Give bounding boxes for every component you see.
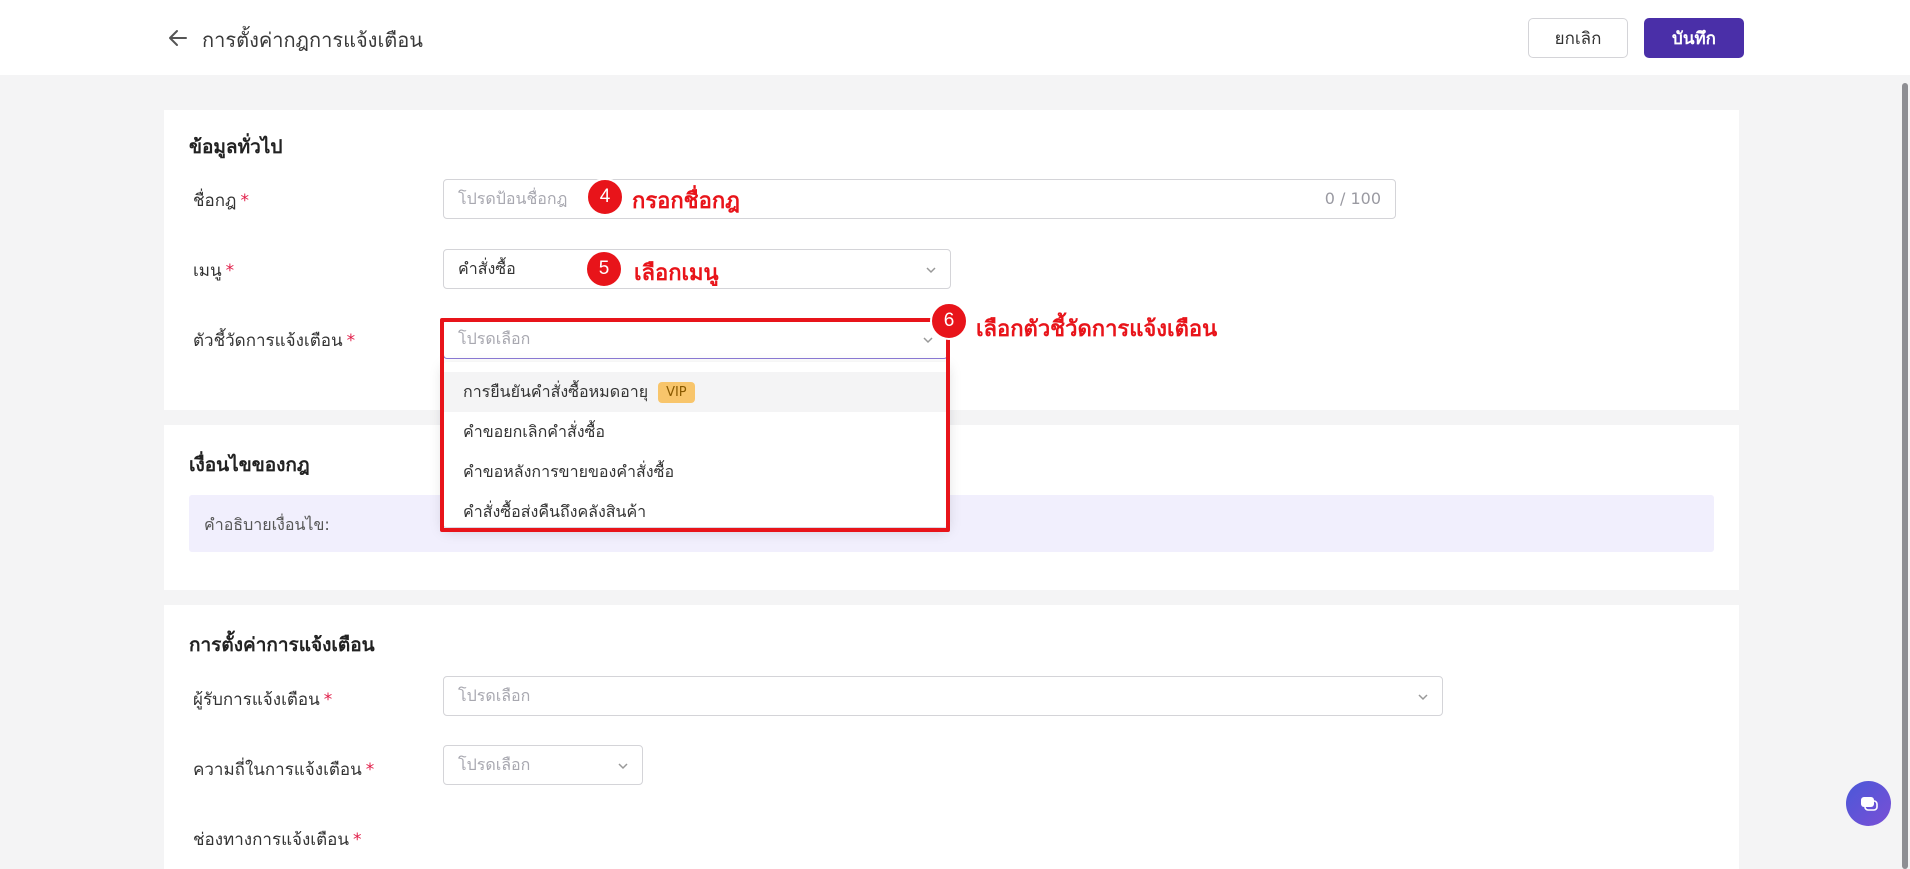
dropdown-option[interactable]: คำขอหลังการขายของคำสั่งซื้อ: [443, 452, 948, 492]
chat-button[interactable]: [1846, 781, 1891, 826]
chevron-down-icon: [926, 267, 936, 274]
alert-settings-title: การตั้งค่าการแจ้งเตือน: [189, 634, 375, 656]
indicator-dropdown-menu: การยืนยันคำสั่งซื้อหมดอายุ VIP คำขอยกเลิ…: [443, 362, 948, 527]
recipient-label: ผู้รับการแจ้งเตือน *: [193, 690, 333, 710]
char-counter: 0 / 100: [1324, 189, 1381, 208]
chevron-down-icon: [618, 763, 628, 770]
annotation-text: เลือกตัวชี้วัดการแจ้งเตือน: [976, 316, 1218, 342]
top-bar: การตั้งค่ากฎการแจ้งเตือน ยกเลิก บันทึก: [0, 0, 1910, 75]
back-arrow-icon[interactable]: [166, 26, 190, 50]
page-title: การตั้งค่ากฎการแจ้งเตือน: [202, 28, 423, 52]
step-badge: 4: [586, 178, 624, 216]
channel-label: ช่องทางการแจ้งเตือน *: [193, 830, 362, 850]
cancel-button[interactable]: ยกเลิก: [1528, 18, 1628, 58]
dropdown-option[interactable]: คำขอยกเลิกคำสั่งซื้อ: [443, 412, 948, 452]
step-badge: 6: [930, 302, 968, 340]
conditions-title: เงื่อนไขของกฎ: [189, 454, 310, 476]
rule-name-label: ชื่อกฎ *: [193, 191, 249, 211]
menu-label: เมนู *: [193, 261, 235, 281]
condition-description-box: คำอธิบายเงื่อนไข:: [189, 495, 1714, 552]
chat-bubble-icon: [1860, 796, 1878, 811]
step-badge: 5: [585, 250, 623, 288]
chevron-down-icon: [923, 337, 933, 344]
dropdown-option[interactable]: การยืนยันคำสั่งซื้อหมดอายุ VIP: [443, 372, 948, 412]
frequency-label: ความถี่ในการแจ้งเตือน *: [193, 760, 375, 780]
condition-description-label: คำอธิบายเงื่อนไข:: [204, 515, 330, 534]
annotation-text: เลือกเมนู: [634, 260, 719, 286]
general-info-title: ข้อมูลทั่วไป: [189, 136, 283, 158]
indicator-label: ตัวชี้วัดการแจ้งเตือน *: [193, 331, 356, 351]
vertical-scrollbar[interactable]: [1902, 83, 1908, 869]
annotation-text: กรอกชื่อกฎ: [632, 188, 740, 214]
save-button[interactable]: บันทึก: [1644, 18, 1744, 58]
recipient-select[interactable]: โปรดเลือก: [443, 676, 1443, 716]
indicator-select[interactable]: โปรดเลือก: [443, 319, 948, 359]
general-info-card: [164, 110, 1739, 410]
alert-settings-card: [164, 605, 1739, 869]
chevron-down-icon: [1418, 694, 1428, 701]
dropdown-option[interactable]: คำสั่งซื้อส่งคืนถึงคลังสินค้า: [443, 492, 948, 532]
vip-badge: VIP: [658, 381, 695, 403]
frequency-select[interactable]: โปรดเลือก: [443, 745, 643, 785]
